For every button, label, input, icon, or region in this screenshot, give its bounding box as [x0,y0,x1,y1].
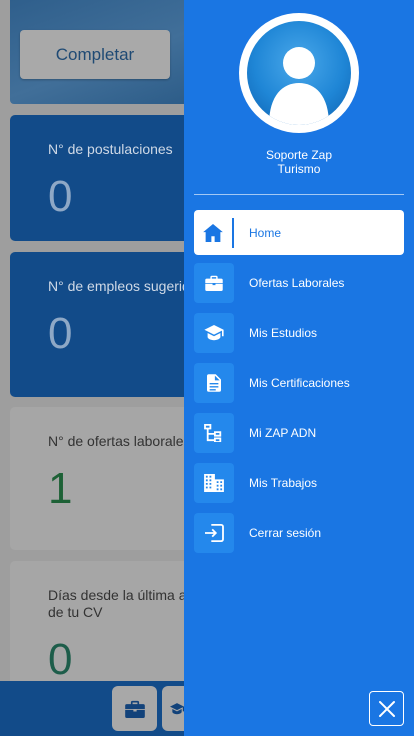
drawer-divider [194,194,404,195]
close-drawer-button[interactable] [369,691,404,726]
menu-item-my-jobs[interactable]: Mis Trabajos [194,460,404,505]
user-name: Soporte Zap Turismo [184,148,414,176]
avatar[interactable] [239,13,359,133]
menu-item-studies[interactable]: Mis Estudios [194,310,404,355]
logout-icon [194,512,234,553]
menu-item-label: Mis Estudios [249,325,318,340]
menu-item-label: Mi ZAP ADN [249,425,317,440]
menu-item-job-offers[interactable]: Ofertas Laborales [194,260,404,305]
graduation-cap-icon [194,312,234,353]
menu-item-label: Home [249,225,282,240]
sitemap-icon [194,412,234,453]
menu-item-label: Mis Certificaciones [249,375,350,390]
user-avatar-icon [247,21,351,125]
menu-item-zap-adn[interactable]: Mi ZAP ADN [194,410,404,455]
complete-profile-button[interactable]: Completar [20,30,170,79]
user-name-line1: Soporte Zap [265,148,333,162]
menu-item-certifications[interactable]: Mis Certificaciones [194,360,404,405]
document-icon [194,362,234,403]
navigation-drawer: Soporte Zap Turismo Home Ofertas Laboral… [184,0,414,736]
home-icon [194,217,234,248]
graduation-cap-icon [170,702,184,714]
menu-item-logout[interactable]: Cerrar sesión [194,510,404,555]
menu-item-home[interactable]: Home [194,210,404,255]
briefcase-icon [194,262,234,303]
stat-card-suggested-jobs: N° de empleos sugeridos 0 [10,252,210,397]
stat-card-cv-update-days: Días desde la última act. de tu CV 0 [10,561,210,691]
bottom-nav-jobs-button[interactable] [112,686,157,731]
stat-card-available-offers: N° de ofertas laborales disponibles 1 [10,407,265,550]
briefcase-icon [124,700,145,718]
building-icon [194,462,234,503]
menu-item-label: Mis Trabajos [249,475,318,490]
menu-item-label: Ofertas Laborales [249,275,345,290]
bottom-nav-studies-button[interactable] [162,686,184,731]
menu-item-label: Cerrar sesión [249,525,322,540]
stat-card-applications: N° de postulaciones 0 [10,115,210,241]
user-name-line2: Turismo [277,162,321,176]
close-icon [378,700,395,717]
